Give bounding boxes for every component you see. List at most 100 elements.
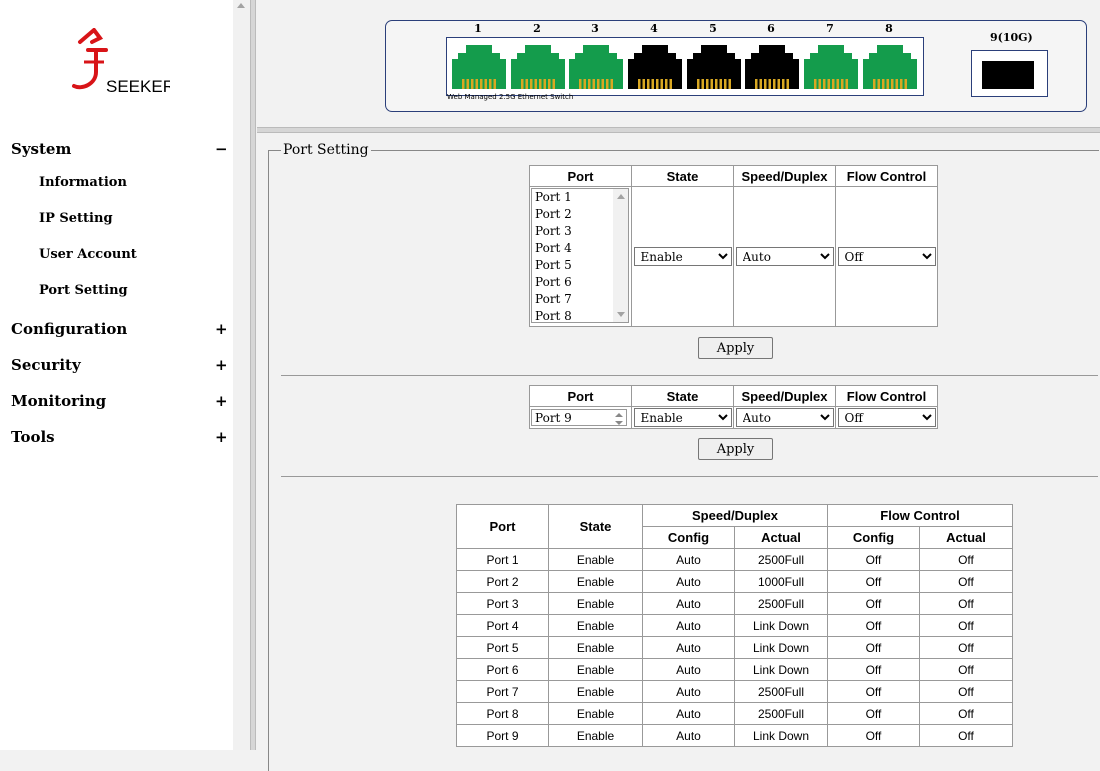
table-cell: Port 5 xyxy=(456,636,549,659)
state-cell: Enable xyxy=(631,186,734,327)
rj45-port-icon[interactable] xyxy=(452,45,506,89)
expand-icon[interactable]: + xyxy=(215,428,228,446)
table-cell: Enable xyxy=(548,636,643,659)
port-number-label: 3 xyxy=(591,22,599,35)
port-number-label: 4 xyxy=(650,22,658,35)
port9-speed-select[interactable]: Auto xyxy=(735,408,834,427)
table-cell: Enable xyxy=(548,658,643,681)
menu-configuration[interactable]: Configuration xyxy=(11,320,127,338)
status-col-flow-config: Config xyxy=(827,526,920,549)
table-cell: Port 8 xyxy=(456,702,549,725)
table-cell: Off xyxy=(919,548,1013,571)
table-cell: 2500Full xyxy=(734,592,828,615)
status-col-state: State xyxy=(548,504,643,549)
horizontal-splitter[interactable] xyxy=(257,127,1100,133)
table-cell: Enable xyxy=(548,592,643,615)
rj45-port-icon[interactable] xyxy=(569,45,623,89)
speed-cell: Auto xyxy=(733,406,836,429)
spin-arrows-icon[interactable] xyxy=(614,411,624,426)
table-cell: Port 9 xyxy=(456,724,549,747)
table-cell: Off xyxy=(919,724,1013,747)
vertical-splitter[interactable] xyxy=(250,0,256,750)
col-state: State xyxy=(631,385,734,407)
table-cell: Off xyxy=(919,702,1013,725)
table-cell: Off xyxy=(827,592,920,615)
port9-cell: Port 9 xyxy=(529,406,632,429)
table-cell: Auto xyxy=(642,702,735,725)
table-row: Port 3 Enable Auto 2500Full Off Off xyxy=(456,592,1013,615)
rj45-port-icon[interactable] xyxy=(863,45,917,89)
col-flow: Flow Control xyxy=(835,165,938,187)
port-status-table: Port State Speed/Duplex Flow Control Con… xyxy=(456,504,1013,747)
col-port: Port xyxy=(529,385,632,407)
speed-cell: Auto xyxy=(733,186,836,327)
port9-config-table: Port State Speed/Duplex Flow Control Por… xyxy=(529,385,938,429)
scroll-down-icon[interactable] xyxy=(617,312,625,317)
table-cell: 2500Full xyxy=(734,548,828,571)
table-cell: Enable xyxy=(548,702,643,725)
table-cell: Off xyxy=(919,680,1013,703)
port9-sfp-icon[interactable] xyxy=(971,50,1048,97)
menu-monitoring[interactable]: Monitoring xyxy=(11,392,106,410)
table-cell: 2500Full xyxy=(734,680,828,703)
state-cell: Enable xyxy=(631,406,734,429)
menu-tools[interactable]: Tools xyxy=(11,428,55,446)
table-cell: Link Down xyxy=(734,614,828,637)
table-cell: Port 1 xyxy=(456,548,549,571)
collapse-icon[interactable]: − xyxy=(215,140,228,158)
table-row: Port 9 Enable Auto Link Down Off Off xyxy=(456,724,1013,747)
rj45-port-icon[interactable] xyxy=(511,45,565,89)
table-cell: Port 2 xyxy=(456,570,549,593)
apply-button-ports[interactable]: Apply xyxy=(698,337,773,359)
col-flow: Flow Control xyxy=(835,385,938,407)
table-row: Port 4 Enable Auto Link Down Off Off xyxy=(456,614,1013,637)
col-speed: Speed/Duplex xyxy=(733,165,836,187)
sidebar-scrollbar[interactable] xyxy=(233,0,250,750)
menu-system[interactable]: System xyxy=(11,140,71,158)
port9-flow-select[interactable]: Off xyxy=(837,408,936,427)
flow-cell: Off xyxy=(835,186,938,327)
table-cell: Off xyxy=(919,592,1013,615)
port-number-label: 7 xyxy=(826,22,834,35)
port-listbox[interactable]: Port 1 Port 2 Port 3 Port 4 Port 5 Port 6 Port… xyxy=(531,188,629,323)
expand-icon[interactable]: + xyxy=(215,392,228,410)
rj45-port-icon[interactable] xyxy=(804,45,858,89)
rj45-port-icon[interactable] xyxy=(628,45,682,89)
scroll-up-icon[interactable] xyxy=(237,3,245,8)
sidebar: SEEKER System − Information IP Setting User … xyxy=(0,0,251,750)
col-port: Port xyxy=(529,165,632,187)
menu-security[interactable]: Security xyxy=(11,356,81,374)
speed-duplex-select[interactable]: Auto xyxy=(735,247,834,266)
rj45-port-icon[interactable] xyxy=(745,45,799,89)
table-cell: Off xyxy=(827,570,920,593)
table-row: Port 1 Enable Auto 2500Full Off Off xyxy=(456,548,1013,571)
flow-cell: Off xyxy=(835,406,938,429)
table-cell: Auto xyxy=(642,570,735,593)
scroll-up-icon[interactable] xyxy=(617,194,625,199)
table-cell: 1000Full xyxy=(734,570,828,593)
apply-button-port9[interactable]: Apply xyxy=(698,438,773,460)
port-number-label: 1 xyxy=(474,22,482,35)
port-setting-legend: Port Setting xyxy=(281,142,371,158)
listbox-scrollbar[interactable] xyxy=(613,189,628,322)
table-cell: Auto xyxy=(642,548,735,571)
expand-icon[interactable]: + xyxy=(215,320,228,338)
status-col-port: Port xyxy=(456,504,549,549)
menu-item-information[interactable]: Information xyxy=(39,175,127,190)
menu-item-port-setting[interactable]: Port Setting xyxy=(39,283,128,298)
menu-item-ip-setting[interactable]: IP Setting xyxy=(39,211,113,226)
port9-label: 9(10G) xyxy=(990,31,1033,44)
port9-spinbox[interactable]: Port 9 xyxy=(531,409,627,426)
table-cell: Off xyxy=(919,570,1013,593)
port-number-label: 5 xyxy=(709,22,717,35)
table-cell: Auto xyxy=(642,614,735,637)
expand-icon[interactable]: + xyxy=(215,356,228,374)
rj45-port-icon[interactable] xyxy=(687,45,741,89)
menu-item-user-account[interactable]: User Account xyxy=(39,247,137,262)
table-cell: Enable xyxy=(548,724,643,747)
flow-control-select[interactable]: Off xyxy=(837,247,936,266)
port9-state-select[interactable]: Enable xyxy=(633,408,732,427)
table-cell: Off xyxy=(827,680,920,703)
table-row: Port 6 Enable Auto Link Down Off Off xyxy=(456,658,1013,681)
state-select[interactable]: Enable xyxy=(633,247,732,266)
